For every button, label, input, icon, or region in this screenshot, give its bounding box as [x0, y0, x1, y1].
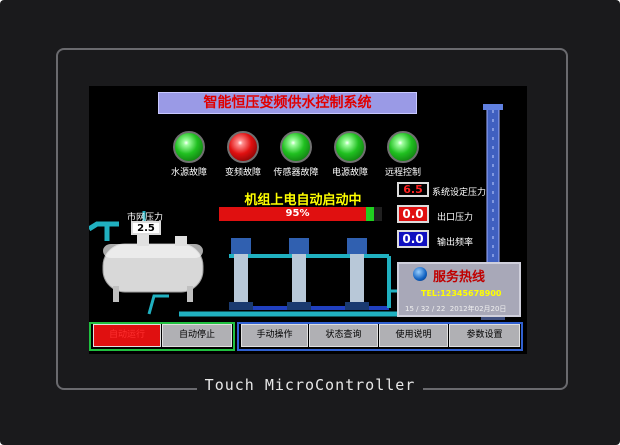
output-frequency-value: 0.0	[397, 230, 429, 248]
setpoint-pressure-value[interactable]: 6.5	[397, 182, 429, 197]
pressure-tank-icon	[102, 234, 204, 302]
pump-1-icon	[229, 238, 253, 310]
startup-status-text: 机组上电自动启动中	[244, 193, 362, 208]
output-frequency-label: 输出频率	[437, 238, 474, 248]
hotline-tel: TEL:12345678900	[421, 289, 502, 298]
indicator-label-sensor: 传感器故障	[273, 168, 319, 178]
pump-3-icon	[345, 238, 369, 310]
indicator-label-inverter: 变频故障	[224, 168, 261, 178]
globe-icon	[413, 267, 427, 281]
control-button-bar: 自动运行 自动停止 手动操作 状态查询 使用说明 参数设置	[89, 322, 527, 354]
indicator-label-remote: 远程控制	[384, 168, 421, 178]
indicator-lamp-sensor	[280, 131, 312, 163]
hotline-datetime: 15 / 32 / 22 2012年02月20日	[405, 304, 506, 314]
touch-panel-device: Touch MicroController 智能恒压变频供水控制系统 水源故障 …	[0, 0, 620, 445]
hotline-title: 服务热线	[433, 270, 486, 285]
setpoint-pressure-label: 系统设定压力	[432, 188, 487, 198]
startup-progress-bar: 95%	[219, 207, 382, 221]
outlet-pressure-value: 0.0	[397, 205, 429, 223]
progress-percent: 95%	[285, 208, 310, 219]
hotline-time: 15 / 32 / 22	[405, 305, 446, 313]
hotline-date: 2012年02月20日	[449, 305, 507, 313]
system-title: 智能恒压变频供水控制系统	[158, 92, 417, 114]
manual-operation-button[interactable]: 手动操作	[241, 324, 308, 347]
indicator-lamp-water-source	[173, 131, 205, 163]
user-guide-button[interactable]: 使用说明	[379, 324, 448, 347]
status-query-button[interactable]: 状态查询	[309, 324, 378, 347]
auto-run-button[interactable]: 自动运行	[93, 324, 161, 347]
parameter-settings-button[interactable]: 参数设置	[449, 324, 520, 347]
indicator-lamp-inverter	[227, 131, 259, 163]
brand-label: Touch MicroController	[0, 376, 620, 394]
indicator-label-water-source: 水源故障	[170, 168, 207, 178]
hmi-screen: 智能恒压变频供水控制系统 水源故障 变频故障 传感器故障 电源故障 远程控制 机…	[89, 86, 527, 354]
auto-stop-button[interactable]: 自动停止	[162, 324, 232, 347]
indicator-label-power: 电源故障	[331, 168, 368, 178]
indicator-lamp-power	[334, 131, 366, 163]
outlet-pressure-label: 出口压力	[437, 213, 474, 223]
service-hotline-panel: 服务热线 TEL:12345678900 15 / 32 / 22 2012年0…	[397, 262, 521, 317]
indicator-lamp-remote	[387, 131, 419, 163]
pipe-pressure-value: 2.5	[131, 221, 161, 235]
pump-2-icon	[287, 238, 311, 310]
